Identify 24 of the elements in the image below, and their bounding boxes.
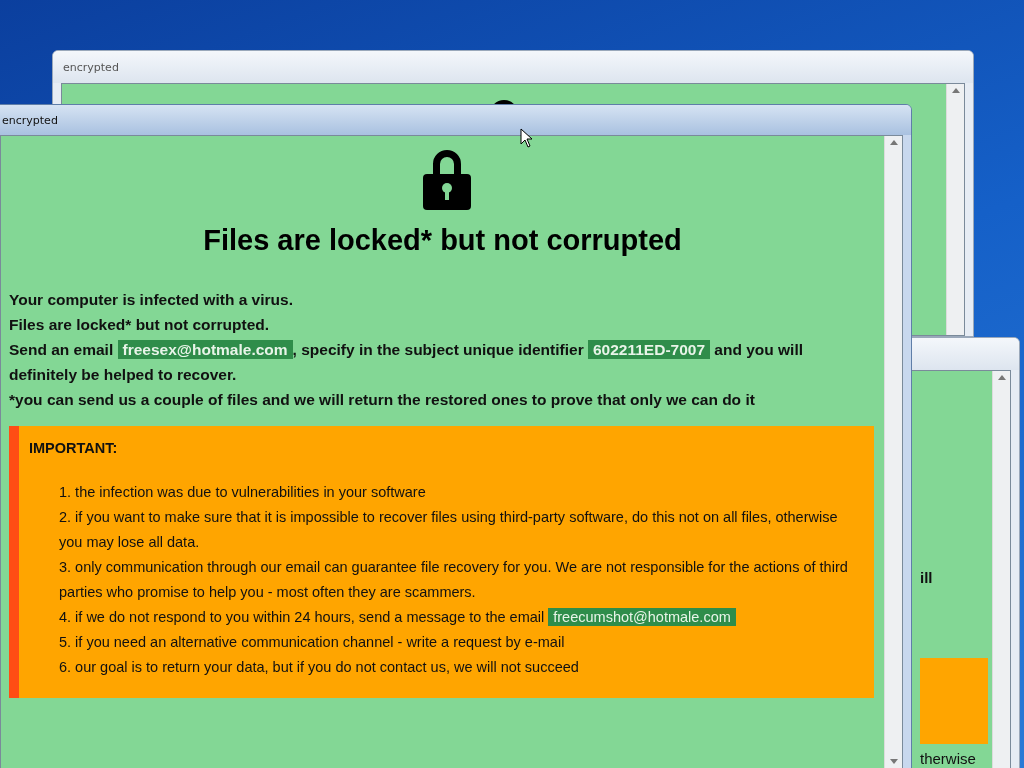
scroll-up-arrow-icon[interactable] [997,375,1006,380]
scroll-down-arrow-icon[interactable] [889,759,898,764]
mouse-cursor-icon [520,128,533,148]
window-title: encrypted [63,60,119,74]
text-fragment: therwise [920,750,977,767]
text-fragment: ill [920,569,934,586]
message-text: Send an email freesex@hotmale.com , specify in the subject unique identifier 602211ED-7007 and you will definitely be helped to recover. [9,339,805,385]
important-label: IMPORTANT: [29,440,119,456]
list-item: 5. if you need an alternative communication channel - write a request by e-mail [59,633,566,652]
list-item: 3. only communication through our email can guarantee file recovery for you. We are not responsible for the actions of third parties who promise to help you - most often they are scammers. [59,558,849,602]
heading: Files are locked* but not corrupted [202,224,683,257]
scrollbar[interactable] [946,84,964,335]
list-item: 1. the infection was due to vulnerabilities in your software [59,483,427,502]
list-item: 4. if we do not respond to you within 24 hours, send a message to the email freecumshot@hotmale.com [59,605,864,630]
window-title: encrypted [2,113,58,127]
scrollbar[interactable] [992,371,1010,768]
list-item: 2. if you want to make sure that it is impossible to recover files using third-party software, do this not on all files, otherwise you may lose all data. [59,508,839,552]
message-text: Files are locked* but not corrupted. [9,315,271,335]
message-text: Your computer is infected with a virus. [9,290,294,310]
scroll-up-arrow-icon[interactable] [951,88,960,93]
list-item: 6. our goal is to return your data, but if you do not contact us, we will not succeed [59,658,580,677]
scroll-up-arrow-icon[interactable] [889,140,898,145]
message-text: *you can send us a couple of files and we will return the restored ones to prove that only we can do it [9,390,756,410]
scrollbar[interactable] [884,136,902,768]
